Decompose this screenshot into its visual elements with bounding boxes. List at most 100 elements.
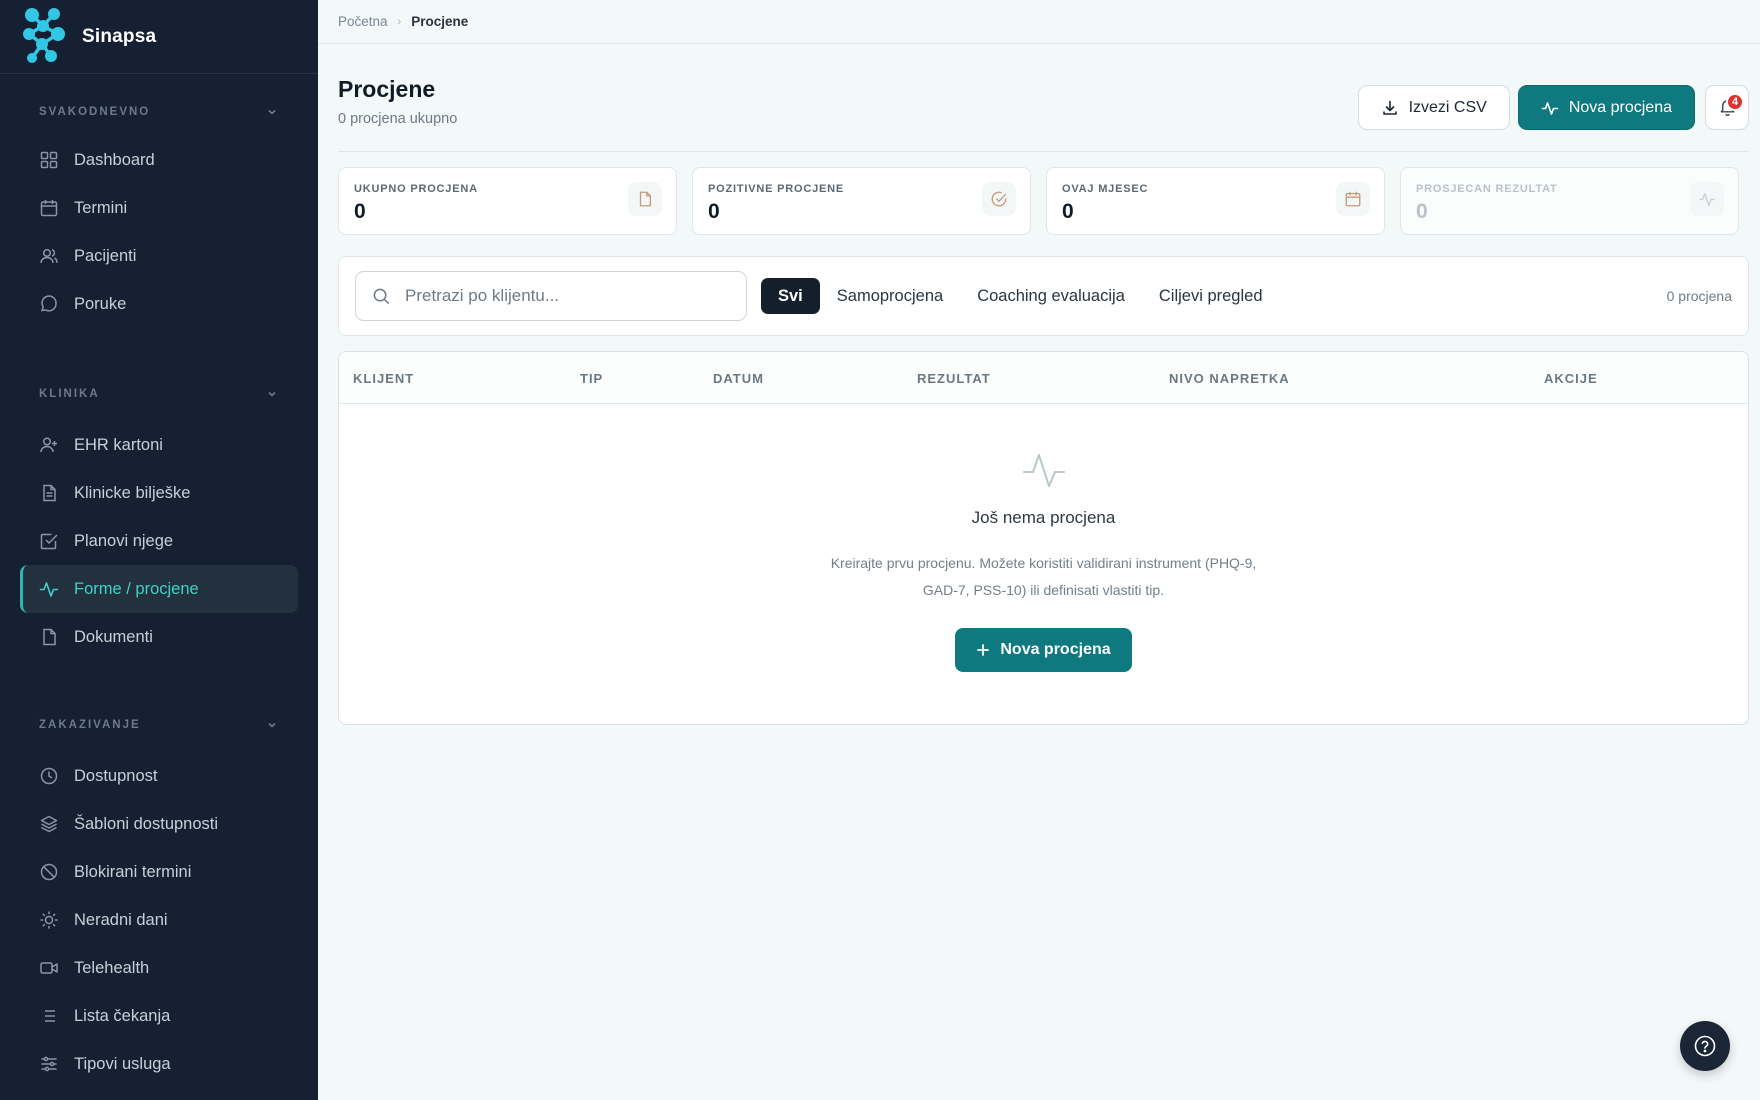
sidebar: Sinapsa SVAKODNEVNO Dashboard Termini Pa… [0, 0, 318, 1100]
column-header-nivo-napretka[interactable]: NIVO NAPRETKA [1169, 352, 1290, 404]
column-header-tip[interactable]: TIP [580, 352, 603, 404]
chevron-down-icon [266, 106, 278, 118]
sidebar-item-dostupnost[interactable]: Dostupnost [20, 752, 298, 800]
sidebar-item-label: Tipovi usluga [74, 1054, 171, 1073]
section-header-svakodnevno[interactable]: SVAKODNEVNO [0, 98, 318, 126]
sidebar-item-label: Telehealth [74, 958, 150, 977]
sidebar-item-telehealth[interactable]: Telehealth [20, 944, 298, 992]
plus-icon [976, 643, 1000, 657]
stats-row: UKUPNO PROCJENA 0 POZITIVNE PROCJENE 0 O… [338, 167, 1739, 235]
check-circle-icon [982, 182, 1016, 216]
sidebar-item-label: Lista čekanja [74, 1006, 171, 1025]
sidebar-item-label: Planovi njege [74, 531, 174, 550]
sun-icon [39, 910, 74, 930]
section-svakodnevno: SVAKODNEVNO Dashboard Termini Pacijenti … [0, 98, 318, 328]
sidebar-item-label: EHR kartoni [74, 435, 163, 454]
tab-coaching-evaluacija[interactable]: Coaching evaluacija [960, 278, 1142, 314]
sidebar-item-label: Dokumenti [74, 627, 153, 646]
download-icon [1381, 99, 1409, 117]
empty-state: Još nema procjena Kreirajte prvu procjen… [339, 448, 1748, 672]
file-icon [39, 627, 74, 647]
page-header: Procjene 0 procjena ukupno [338, 76, 457, 127]
stat-card-ovaj-mjesec: OVAJ MJESEC 0 [1046, 167, 1385, 235]
help-circle-icon [1693, 1034, 1717, 1058]
user-plus-icon [39, 435, 74, 455]
stat-card-ukupno: UKUPNO PROCJENA 0 [338, 167, 677, 235]
stat-value: 0 [354, 200, 366, 223]
stat-value: 0 [1062, 200, 1074, 223]
column-header-klijent[interactable]: KLIJENT [353, 352, 414, 404]
new-assessment-button[interactable]: Nova procjena [1517, 85, 1695, 130]
video-icon [39, 958, 74, 978]
sidebar-item-forme-procjene[interactable]: Forme / procjene [20, 565, 298, 613]
sidebar-item-label: Šabloni dostupnosti [74, 814, 219, 833]
empty-state-new-assessment-button[interactable]: Nova procjena [955, 628, 1132, 672]
search-placeholder: Pretrazi po klijentu... [405, 286, 560, 305]
activity-pulse-icon [339, 448, 1748, 492]
help-button[interactable] [1680, 1021, 1730, 1071]
sidebar-item-ehr-kartoni[interactable]: EHR kartoni [20, 421, 298, 469]
message-icon [39, 294, 74, 314]
header-actions: Izvezi CSV Nova procjena 4 [1357, 85, 1749, 130]
sinapsa-logo-icon [20, 4, 70, 70]
sidebar-item-label: Forme / procjene [74, 579, 199, 598]
sidebar-item-neradni-dani[interactable]: Neradni dani [20, 896, 298, 944]
tab-samoprocjena[interactable]: Samoprocjena [820, 278, 960, 314]
empty-state-description: Kreirajte prvu procjenu. Možete koristit… [830, 555, 1257, 598]
breadcrumb-home[interactable]: Početna [338, 14, 388, 29]
section-title: ZAKAZIVANJE [39, 719, 141, 731]
new-assessment-label: Nova procjena [1568, 98, 1672, 116]
brand[interactable]: Sinapsa [0, 0, 318, 74]
section-zakazivanje: ZAKAZIVANJE Dostupnost Šabloni dostupnos… [0, 711, 318, 1088]
list-icon [39, 1006, 74, 1026]
sidebar-item-label: Dostupnost [74, 766, 158, 785]
filter-bar: Pretrazi po klijentu... Svi Samoprocjena… [338, 256, 1749, 336]
section-header-klinika[interactable]: KLINIKA [0, 380, 318, 408]
ban-icon [39, 862, 74, 882]
sidebar-item-label: Poruke [74, 294, 127, 313]
column-header-rezultat[interactable]: REZULTAT [917, 352, 991, 404]
table-header: KLIJENT TIP DATUM REZULTAT NIVO NAPRETKA… [339, 352, 1748, 404]
clock-icon [39, 766, 74, 786]
sidebar-item-label: Dashboard [74, 150, 155, 169]
tab-svi[interactable]: Svi [761, 278, 820, 314]
search-input[interactable]: Pretrazi po klijentu... [355, 271, 747, 321]
sidebar-item-label: Klinicke bilješke [74, 483, 191, 502]
sidebar-item-planovi-njege[interactable]: Planovi njege [20, 517, 298, 565]
breadcrumb-current: Procjene [411, 14, 469, 29]
chevron-down-icon [266, 388, 278, 400]
sidebar-item-termini[interactable]: Termini [20, 184, 298, 232]
sidebar-item-pacijenti[interactable]: Pacijenti [20, 232, 298, 280]
notifications-button[interactable]: 4 [1705, 85, 1749, 130]
users-icon [39, 246, 74, 266]
sidebar-item-sabloni-dostupnosti[interactable]: Šabloni dostupnosti [20, 800, 298, 848]
file-text-icon [39, 483, 74, 503]
tab-ciljevi-pregled[interactable]: Ciljevi pregled [1142, 278, 1280, 314]
stat-card-pozitivne: POZITIVNE PROCJENE 0 [692, 167, 1031, 235]
activity-icon [1690, 182, 1724, 216]
stat-value: 0 [708, 200, 720, 223]
export-csv-button[interactable]: Izvezi CSV [1357, 85, 1510, 130]
sidebar-item-poruke[interactable]: Poruke [20, 280, 298, 328]
sidebar-item-blokirani-termini[interactable]: Blokirani termini [20, 848, 298, 896]
section-header-zakazivanje[interactable]: ZAKAZIVANJE [0, 711, 318, 739]
calendar-icon [39, 198, 74, 218]
sidebar-item-tipovi-usluga[interactable]: Tipovi usluga [20, 1040, 298, 1088]
stat-label: PROSJECAN REZULTAT [1416, 183, 1558, 195]
empty-state-title: Još nema procjena [971, 508, 1116, 527]
sidebar-item-dashboard[interactable]: Dashboard [20, 136, 298, 184]
header-divider [338, 151, 1749, 152]
sidebar-item-label: Pacijenti [74, 246, 137, 265]
sidebar-item-dokumenti[interactable]: Dokumenti [20, 613, 298, 661]
section-klinika: KLINIKA EHR kartoni Klinicke bilješke Pl… [0, 380, 318, 661]
column-header-datum[interactable]: DATUM [713, 352, 764, 404]
layers-icon [39, 814, 74, 834]
breadcrumb-separator-icon: › [397, 15, 402, 28]
sidebar-item-lista-cekanja[interactable]: Lista čekanja [20, 992, 298, 1040]
sidebar-item-klinicke-biljeske[interactable]: Klinicke bilješke [20, 469, 298, 517]
stat-label: POZITIVNE PROCJENE [708, 183, 845, 195]
stat-value: 0 [1416, 200, 1428, 223]
stat-card-prosjecan: PROSJECAN REZULTAT 0 [1400, 167, 1739, 235]
column-header-akcije: AKCIJE [1544, 370, 1598, 386]
page-subtitle: 0 procjena ukupno [338, 111, 458, 127]
